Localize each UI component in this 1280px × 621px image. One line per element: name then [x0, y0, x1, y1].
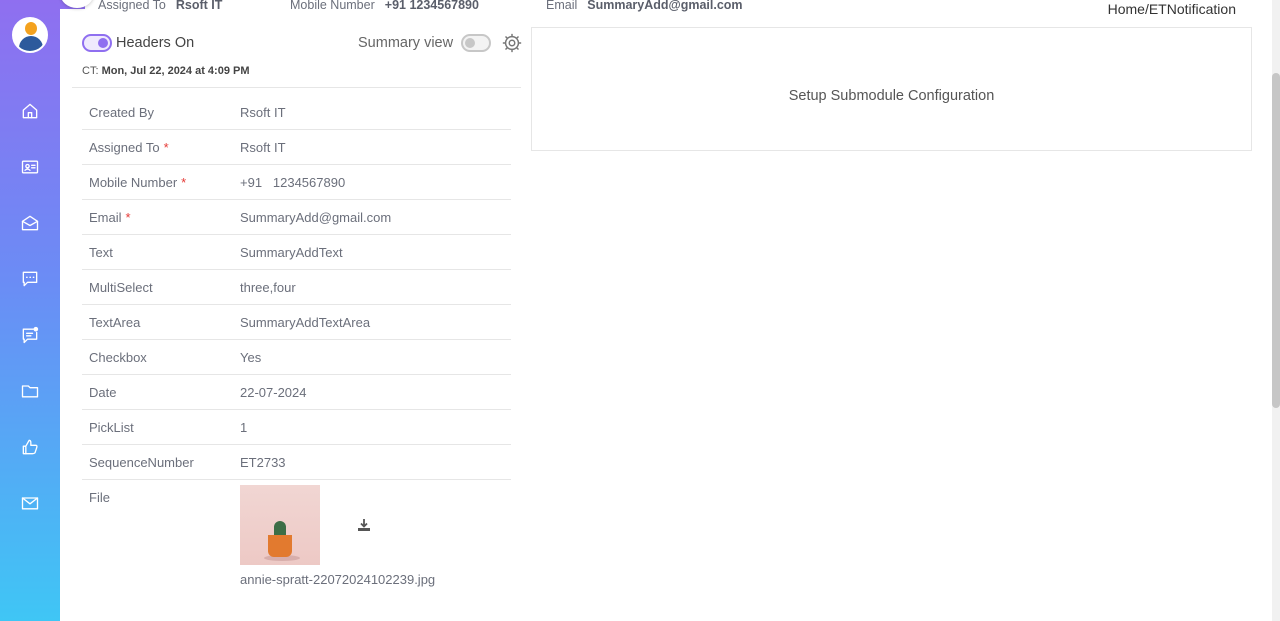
headers-toggle[interactable]	[82, 34, 112, 52]
detail-label-text: SequenceNumber	[89, 455, 194, 470]
detail-label: Date	[89, 385, 116, 400]
detail-label: Mobile Number *	[89, 175, 186, 190]
header-mobile: Mobile Number +91 1234567890	[290, 0, 479, 12]
mail-open-icon[interactable]	[18, 211, 42, 235]
detail-value: Rsoft IT	[240, 140, 286, 155]
detail-label-text: TextArea	[89, 315, 141, 330]
detail-row-mobile-number: Mobile Number * +91 1234567890	[82, 165, 511, 200]
home-icon[interactable]	[18, 99, 42, 123]
detail-label: SequenceNumber	[89, 455, 194, 470]
sidebar	[0, 0, 60, 621]
detail-row-date: Date 22-07-2024	[82, 375, 511, 410]
detail-label: Assigned To *	[89, 140, 169, 155]
detail-value: Rsoft IT	[240, 105, 286, 120]
detail-label: Created By	[89, 105, 154, 120]
detail-row-picklist: PickList 1	[82, 410, 511, 445]
detail-value: Yes	[240, 350, 262, 365]
detail-label: PickList	[89, 420, 134, 435]
detail-label: TextArea	[89, 315, 140, 330]
thumbs-up-icon[interactable]	[18, 435, 42, 459]
header-email: Email SummaryAdd@gmail.com	[546, 0, 743, 12]
detail-label: MultiSelect	[89, 280, 153, 295]
header-email-label: Email	[546, 0, 578, 12]
contact-card-icon[interactable]	[18, 155, 42, 179]
created-time-value: Mon, Jul 22, 2024 at 4:09 PM	[101, 65, 250, 77]
detail-value: three,four	[240, 280, 296, 295]
summary-view-toggle-knob	[465, 38, 475, 48]
chat-icon[interactable]	[18, 267, 42, 291]
detail-label-text: Text	[89, 245, 113, 260]
detail-row-sequence-number: SequenceNumber ET2733	[82, 445, 511, 480]
header-assigned-to-label: Assigned To	[98, 0, 166, 12]
summary-view-toggle[interactable]	[461, 34, 491, 52]
detail-label-text: File	[89, 490, 110, 505]
required-marker: *	[181, 175, 187, 190]
detail-label: Text	[89, 245, 113, 260]
gear-icon[interactable]	[501, 32, 523, 54]
headers-toggle-knob	[98, 38, 108, 48]
detail-value: +91 1234567890	[240, 175, 346, 190]
detail-row-email: Email * SummaryAdd@gmail.com	[82, 200, 511, 235]
folder-icon[interactable]	[18, 379, 42, 403]
mail-icon[interactable]	[18, 491, 42, 515]
detail-label-text: MultiSelect	[89, 280, 153, 295]
detail-label: Email *	[89, 210, 131, 225]
detail-label-text: Date	[89, 385, 117, 400]
submodule-panel: Setup Submodule Configuration	[531, 27, 1252, 151]
header-mobile-value: +91 1234567890	[384, 0, 479, 12]
detail-row-checkbox: Checkbox Yes	[82, 340, 511, 375]
detail-label-text: PickList	[89, 420, 134, 435]
detail-label-text: Mobile Number	[89, 175, 178, 190]
divider	[72, 87, 521, 88]
detail-row-assigned-to: Assigned To * Rsoft IT	[82, 130, 511, 165]
created-time-prefix: CT:	[82, 65, 99, 77]
thumbnail-pot	[268, 535, 292, 557]
detail-label: Checkbox	[89, 350, 147, 365]
detail-row-file: File annie-spratt-22072024102239.jpg	[82, 480, 511, 590]
detail-row-multiselect: MultiSelect three,four	[82, 270, 511, 305]
detail-label-text: Email	[89, 210, 122, 225]
file-thumbnail[interactable]	[240, 485, 320, 565]
scrollbar-thumb[interactable]	[1272, 73, 1280, 408]
detail-value: 1	[240, 420, 248, 435]
file-name[interactable]: annie-spratt-22072024102239.jpg	[240, 572, 435, 587]
detail-value: SummaryAddTextArea	[240, 315, 371, 330]
summary-view-label: Summary view	[358, 35, 454, 51]
headers-toggle-label: Headers On	[116, 35, 195, 51]
detail-table: Created By Rsoft IT Assigned To * Rsoft I…	[82, 95, 511, 590]
detail-label: File	[89, 490, 110, 505]
breadcrumb[interactable]: Home/ETNotification	[1108, 1, 1236, 17]
avatar[interactable]	[12, 17, 48, 53]
detail-row-created-by: Created By Rsoft IT	[82, 95, 511, 130]
created-time: CT: Mon, Jul 22, 2024 at 4:09 PM	[82, 65, 250, 77]
detail-row-text: Text SummaryAddText	[82, 235, 511, 270]
download-icon[interactable]	[356, 517, 372, 533]
required-marker: *	[163, 140, 169, 155]
required-marker: *	[125, 210, 131, 225]
header-assigned-to: Assigned To Rsoft IT	[98, 0, 222, 12]
detail-value: SummaryAddText	[240, 245, 343, 260]
setup-submodule-message[interactable]: Setup Submodule Configuration	[532, 88, 1251, 104]
header-mobile-label: Mobile Number	[290, 0, 375, 12]
detail-row-textarea: TextArea SummaryAddTextArea	[82, 305, 511, 340]
header-assigned-to-value: Rsoft IT	[175, 0, 223, 12]
detail-label-text: Created By	[89, 105, 155, 120]
detail-value: 22-07-2024	[240, 385, 307, 400]
detail-label-text: Assigned To	[89, 140, 160, 155]
header-email-value: SummaryAdd@gmail.com	[587, 0, 743, 12]
avatar-head	[25, 22, 37, 35]
avatar-body	[19, 36, 43, 51]
notification-chat-icon[interactable]	[18, 323, 42, 347]
detail-label-text: Checkbox	[89, 350, 147, 365]
detail-value: SummaryAdd@gmail.com	[240, 210, 392, 225]
detail-value: ET2733	[240, 455, 286, 470]
